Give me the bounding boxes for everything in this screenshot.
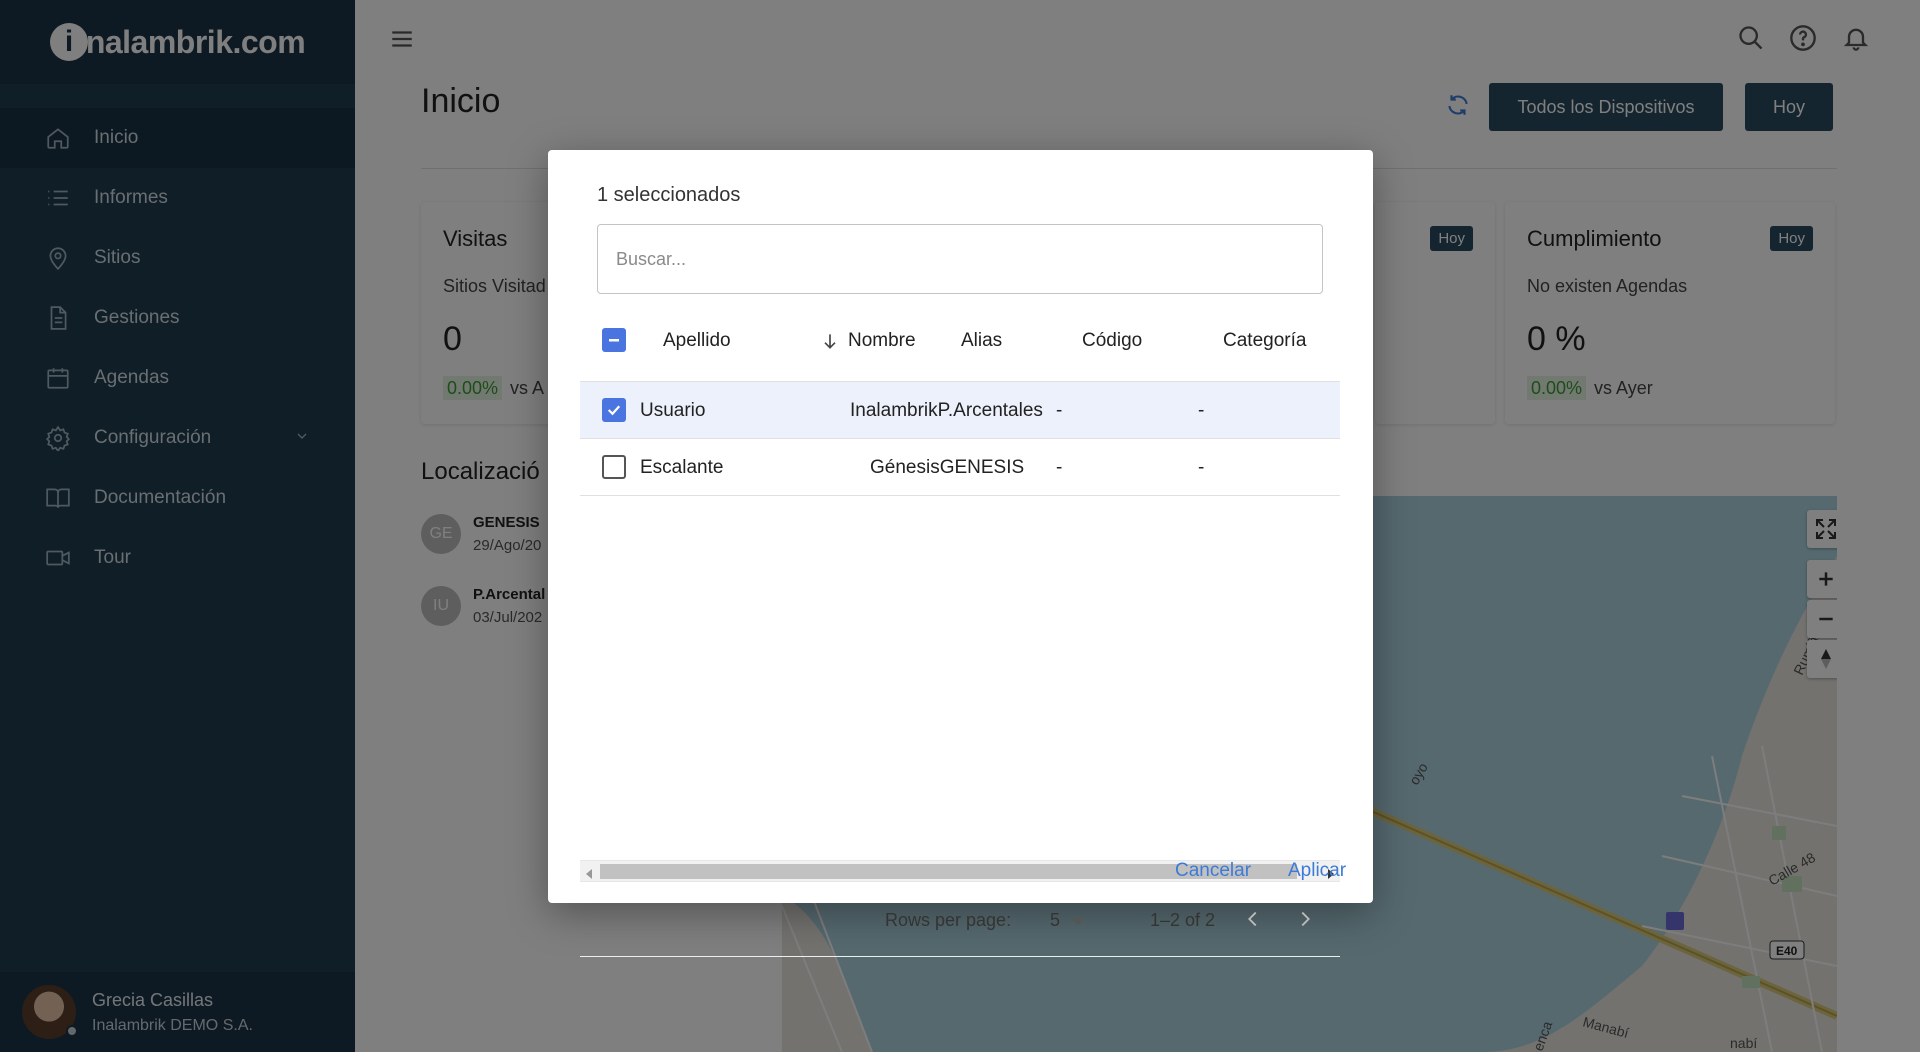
table-row[interactable]: Usuario InalambrikP.Arcentales - -	[580, 382, 1340, 439]
row-checkbox[interactable]	[602, 398, 626, 422]
cancel-button[interactable]: Cancelar	[1175, 860, 1251, 882]
pagination-range: 1–2 of 2	[1150, 910, 1216, 930]
device-select-dialog: 1 seleccionados Apellido Nombre Alias Có…	[548, 150, 1373, 957]
column-header-apellido[interactable]: Apellido	[663, 330, 731, 352]
table-header: Apellido Nombre Alias Código Categoría	[580, 300, 1340, 382]
cell-nombre: InalambrikP.Arcentales	[850, 400, 1043, 421]
cell-apellido: Escalante	[640, 457, 724, 478]
select-all-checkbox[interactable]	[602, 328, 626, 352]
table-row[interactable]: Escalante GénesisGENESIS - -	[580, 439, 1340, 496]
rows-per-page-value: 5	[1050, 910, 1061, 930]
row-checkbox[interactable]	[602, 455, 626, 479]
divider	[580, 956, 1340, 957]
column-header-nombre[interactable]: Nombre	[848, 330, 916, 352]
scroll-left-icon[interactable]	[586, 866, 594, 884]
data-table: Apellido Nombre Alias Código Categoría U…	[580, 300, 1340, 957]
cell-apellido: Usuario	[640, 400, 706, 421]
next-page-icon[interactable]	[1294, 908, 1316, 935]
column-header-codigo[interactable]: Código	[1082, 330, 1142, 352]
cell-codigo: -	[1198, 457, 1205, 478]
rows-per-page-select[interactable]: 5	[1050, 910, 1085, 931]
rows-per-page-label: Rows per page:	[885, 910, 1012, 930]
dropdown-arrow-icon	[1072, 910, 1085, 931]
column-header-categoria[interactable]: Categoría	[1223, 330, 1306, 352]
selected-count: 1 seleccionados	[597, 184, 741, 206]
cell-nombre: GénesisGENESIS	[870, 457, 1025, 478]
apply-button[interactable]: Aplicar	[1288, 860, 1346, 882]
cell-alias: -	[1056, 457, 1063, 478]
search-input[interactable]	[597, 224, 1323, 294]
prev-page-icon[interactable]	[1242, 908, 1264, 935]
column-header-alias[interactable]: Alias	[961, 330, 1002, 352]
cell-alias: -	[1056, 400, 1063, 421]
sort-arrow-down-icon[interactable]	[820, 330, 840, 358]
cell-codigo: -	[1198, 400, 1205, 421]
